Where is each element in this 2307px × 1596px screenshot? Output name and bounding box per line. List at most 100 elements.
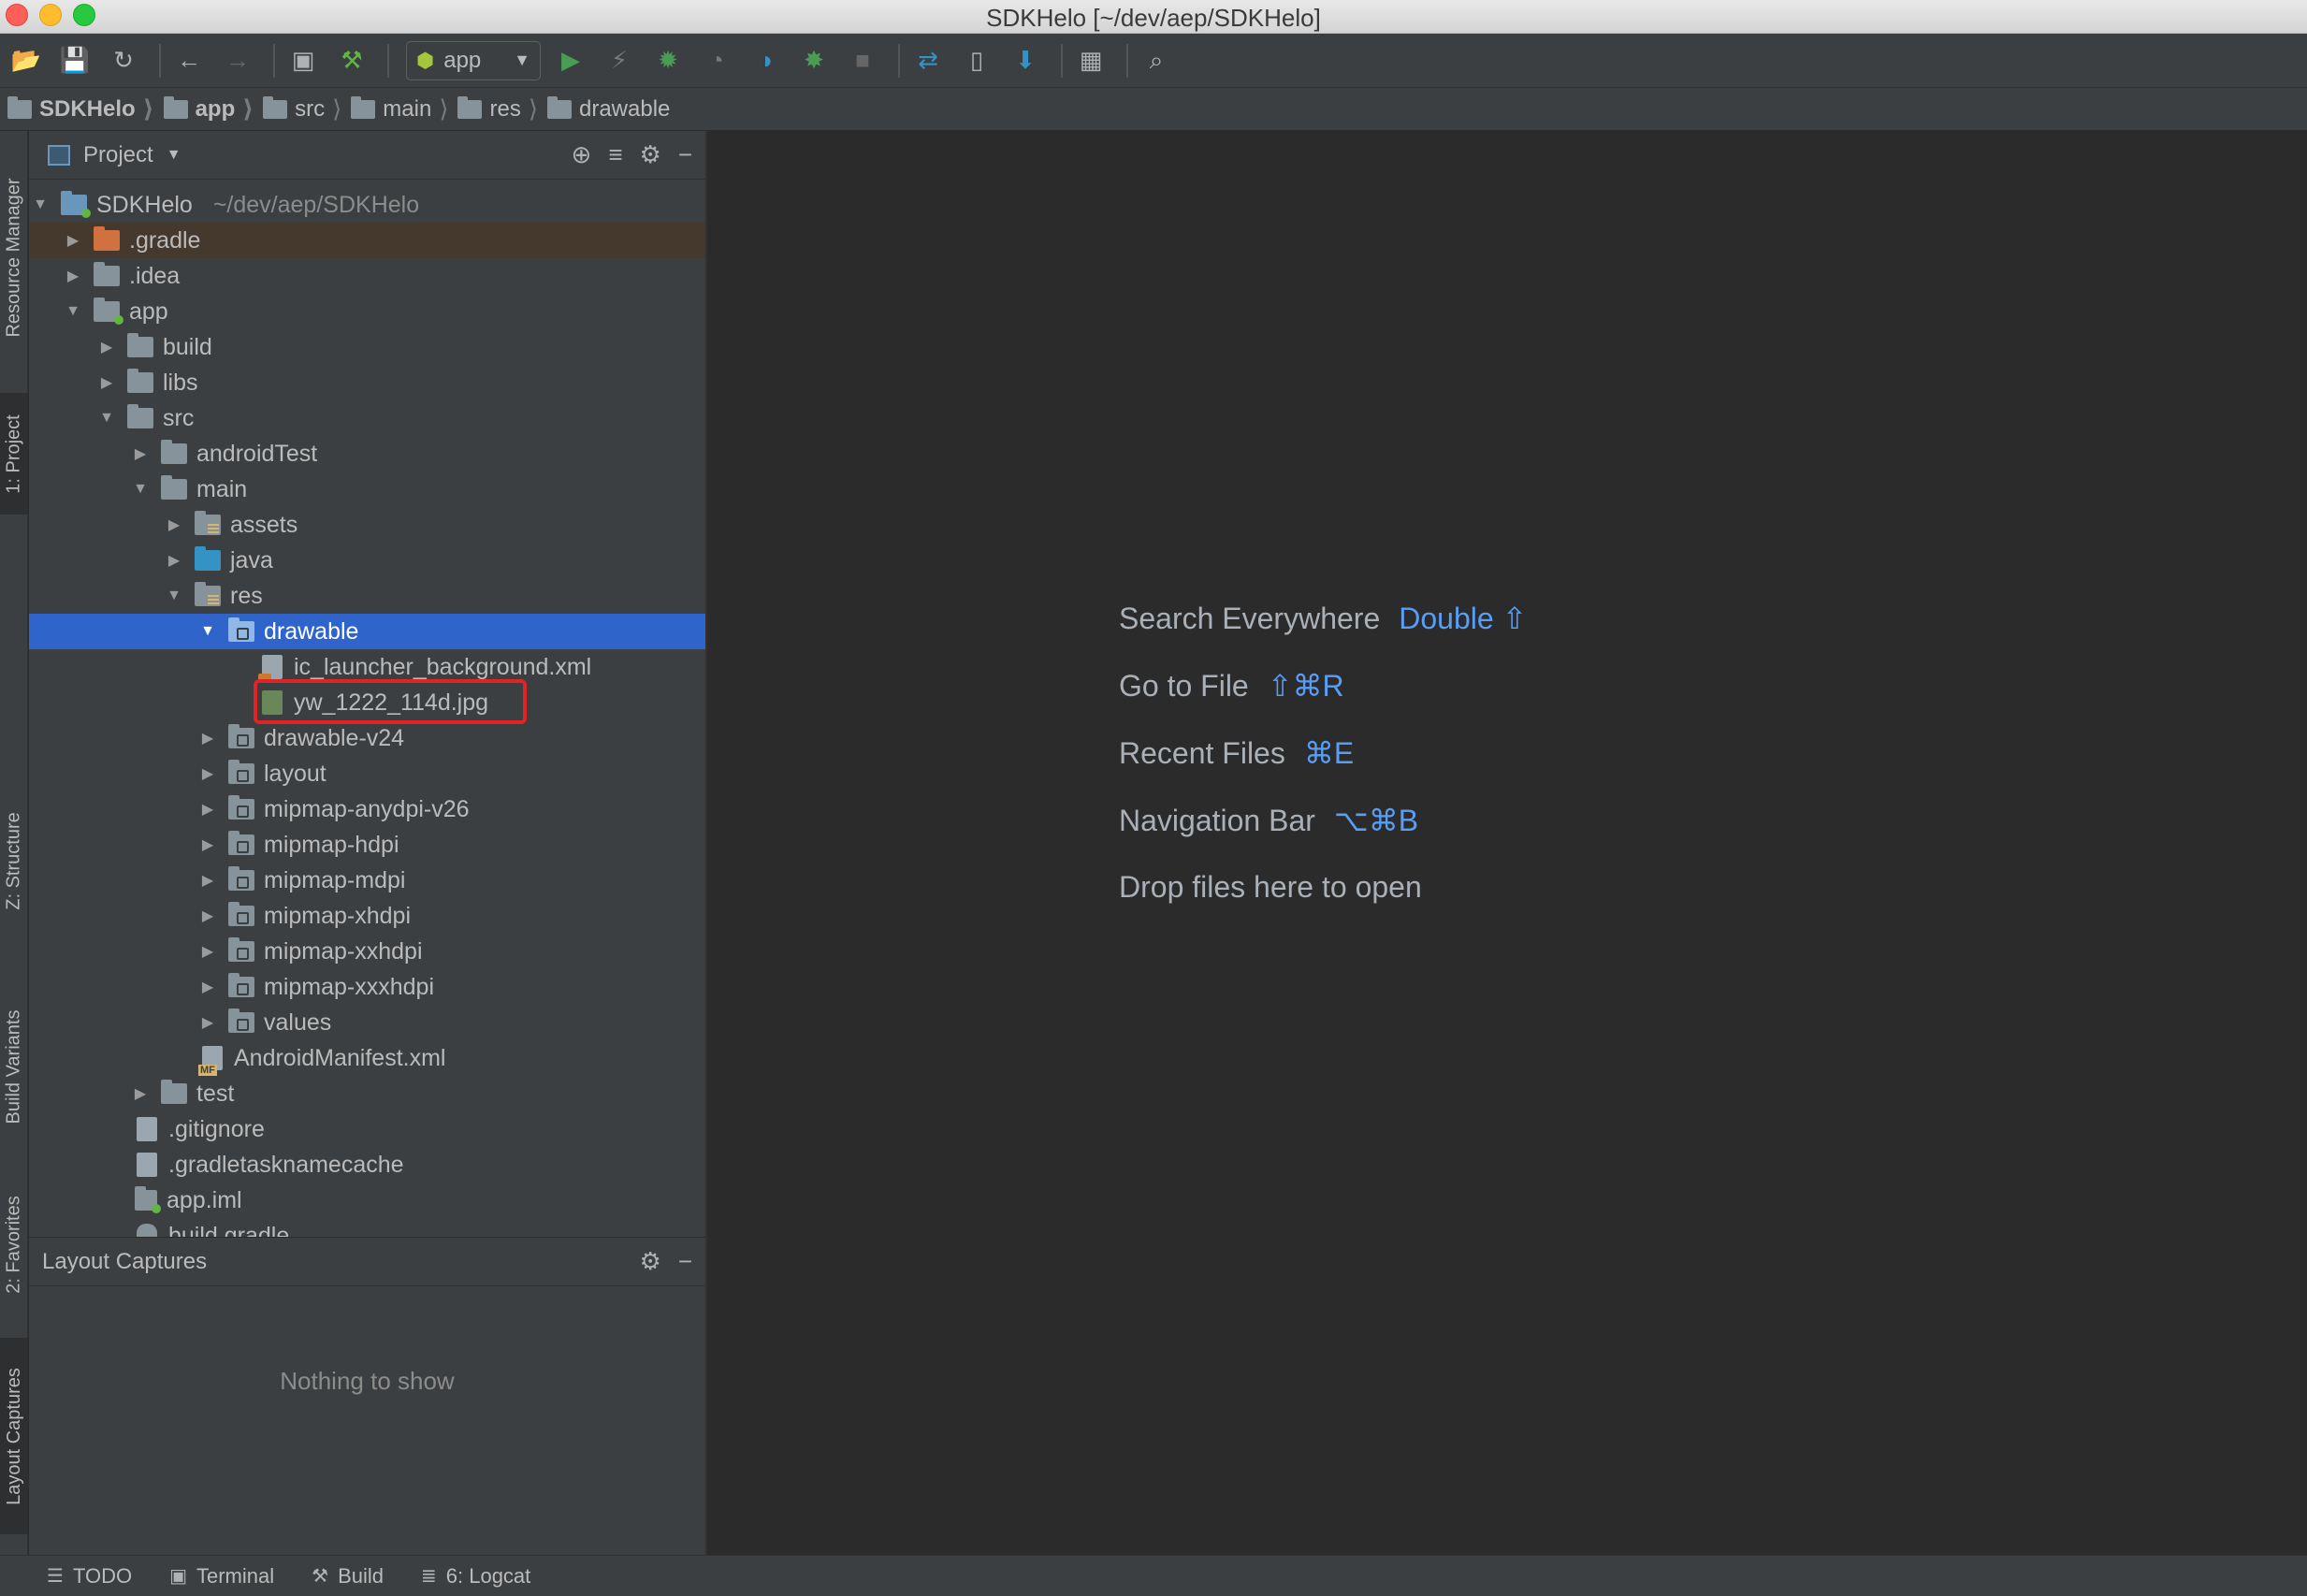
- expanded-arrow-icon[interactable]: ▼: [62, 303, 84, 320]
- tree-row[interactable]: AndroidManifest.xml: [29, 1040, 705, 1076]
- collapse-all-icon[interactable]: ≡: [608, 140, 622, 169]
- collapsed-arrow-icon[interactable]: ▶: [196, 729, 219, 747]
- project-view-select[interactable]: Project: [83, 142, 153, 168]
- tree-row[interactable]: ▼ main: [29, 472, 705, 507]
- run-icon[interactable]: ▶: [550, 40, 591, 81]
- tree-row[interactable]: build.gradle: [29, 1218, 705, 1237]
- sdk-manager-icon[interactable]: ⬇: [1005, 40, 1046, 81]
- collapsed-arrow-icon[interactable]: ▶: [163, 515, 185, 534]
- tree-row[interactable]: ▶ values: [29, 1005, 705, 1040]
- tab-structure[interactable]: Z: Structure: [0, 776, 28, 945]
- collapsed-arrow-icon[interactable]: ▶: [196, 942, 219, 961]
- tab-resource-manager[interactable]: Resource Manager: [0, 131, 28, 384]
- stop-icon[interactable]: ■: [842, 40, 883, 81]
- tree-row[interactable]: ▶ layout: [29, 756, 705, 791]
- sync-gradle-icon[interactable]: ⇄: [907, 40, 949, 81]
- collapsed-arrow-icon[interactable]: ▶: [62, 267, 84, 285]
- apply-changes-icon[interactable]: ⚡: [599, 40, 640, 81]
- breadcrumb-item[interactable]: drawable: [546, 95, 670, 123]
- sync-icon[interactable]: ↻: [103, 40, 144, 81]
- run-config-select[interactable]: ⬢ app ▼: [406, 40, 541, 80]
- tree-row[interactable]: ▼ src: [29, 400, 705, 436]
- expanded-arrow-icon[interactable]: ▼: [29, 196, 51, 213]
- tree-row[interactable]: ▶ build: [29, 329, 705, 365]
- expanded-arrow-icon[interactable]: ▼: [163, 588, 185, 604]
- collapsed-arrow-icon[interactable]: ▶: [196, 978, 219, 996]
- tree-row[interactable]: ▶ mipmap-xxxhdpi: [29, 969, 705, 1005]
- hide-icon[interactable]: −: [678, 140, 692, 169]
- collapsed-arrow-icon[interactable]: ▶: [95, 373, 118, 392]
- collapsed-arrow-icon[interactable]: ▶: [129, 444, 152, 463]
- locate-icon[interactable]: ⊕: [572, 140, 592, 169]
- open-folder-icon[interactable]: 📂: [6, 40, 47, 81]
- tree-row[interactable]: ▶ java: [29, 543, 705, 578]
- tree-row[interactable]: ▶ libs: [29, 365, 705, 400]
- debug-icon[interactable]: ✹: [647, 40, 689, 81]
- tree-row[interactable]: ▶ mipmap-xxhdpi: [29, 934, 705, 969]
- hint-recent-files[interactable]: Recent Files ⌘E: [1119, 735, 1354, 771]
- collapsed-arrow-icon[interactable]: ▶: [196, 907, 219, 925]
- tree-row[interactable]: ▶ drawable-v24: [29, 720, 705, 756]
- tree-row[interactable]: ▼ res: [29, 578, 705, 614]
- tree-row[interactable]: ▼ app: [29, 294, 705, 329]
- profile-icon[interactable]: ◔: [696, 40, 737, 81]
- tab-project[interactable]: 1: Project: [0, 393, 28, 515]
- tree-row[interactable]: ▶ .gradle: [29, 223, 705, 258]
- tab-favorites[interactable]: 2: Favorites: [0, 1169, 28, 1319]
- tab-terminal[interactable]: ▣ Terminal: [169, 1564, 274, 1589]
- collapsed-arrow-icon[interactable]: ▶: [196, 871, 219, 890]
- tree-row[interactable]: ▶ .idea: [29, 258, 705, 294]
- gear-icon[interactable]: ⚙: [640, 140, 661, 169]
- tree-row-root[interactable]: ▼ SDKHelo ~/dev/aep/SDKHelo: [29, 187, 705, 223]
- tree-row[interactable]: ▶ mipmap-xhdpi: [29, 898, 705, 934]
- collapsed-arrow-icon[interactable]: ▶: [196, 1013, 219, 1032]
- collapsed-arrow-icon[interactable]: ▶: [129, 1084, 152, 1103]
- tree-row[interactable]: .gradletasknamecache: [29, 1147, 705, 1182]
- profiler-icon[interactable]: ◑: [745, 40, 786, 81]
- expanded-arrow-icon[interactable]: ▼: [95, 410, 118, 427]
- tree-row[interactable]: ▶ mipmap-hdpi: [29, 827, 705, 863]
- hint-navigation-bar[interactable]: Navigation Bar ⌥⌘B: [1119, 803, 1418, 838]
- collapsed-arrow-icon[interactable]: ▶: [196, 764, 219, 783]
- tree-row[interactable]: ▶ mipmap-anydpi-v26: [29, 791, 705, 827]
- chevron-down-icon[interactable]: ▼: [167, 147, 181, 164]
- hint-go-to-file[interactable]: Go to File ⇧⌘R: [1119, 668, 1344, 704]
- tree-row[interactable]: ▶ mipmap-mdpi: [29, 863, 705, 898]
- hide-icon[interactable]: −: [678, 1247, 692, 1276]
- expanded-arrow-icon[interactable]: ▼: [129, 481, 152, 498]
- tree-row[interactable]: ▶ assets: [29, 507, 705, 543]
- expanded-arrow-icon[interactable]: ▼: [196, 623, 219, 640]
- editor-area[interactable]: Search Everywhere Double ⇧ Go to File ⇧⌘R …: [705, 131, 2307, 1555]
- breadcrumb-item[interactable]: app ⟩: [163, 94, 264, 123]
- tab-logcat[interactable]: ≣ 6: Logcat: [421, 1564, 530, 1589]
- tree-row[interactable]: ▶ test: [29, 1076, 705, 1111]
- tree-row[interactable]: app.iml: [29, 1182, 705, 1218]
- collapsed-arrow-icon[interactable]: ▶: [196, 835, 219, 854]
- forward-icon[interactable]: →: [217, 40, 258, 81]
- collapsed-arrow-icon[interactable]: ▶: [163, 551, 185, 570]
- search-icon[interactable]: ⌕: [1136, 40, 1177, 81]
- collapsed-arrow-icon[interactable]: ▶: [62, 231, 84, 250]
- tab-todo[interactable]: ☰ TODO: [47, 1564, 132, 1589]
- avd-manager-icon[interactable]: ▯: [956, 40, 997, 81]
- collapsed-arrow-icon[interactable]: ▶: [95, 338, 118, 356]
- back-icon[interactable]: ←: [168, 40, 210, 81]
- tab-layout-captures[interactable]: Layout Captures: [0, 1338, 28, 1534]
- tab-build[interactable]: ⚒ Build: [312, 1564, 384, 1589]
- gear-icon[interactable]: ⚙: [640, 1247, 661, 1276]
- breadcrumb-item[interactable]: src ⟩: [263, 94, 351, 123]
- tab-build-variants[interactable]: Build Variants: [0, 973, 28, 1160]
- collapsed-arrow-icon[interactable]: ▶: [196, 800, 219, 819]
- breadcrumb-item[interactable]: res ⟩: [457, 94, 547, 123]
- breadcrumb-item[interactable]: SDKHelo ⟩: [7, 94, 164, 123]
- tree-row[interactable]: ▶ androidTest: [29, 436, 705, 472]
- tree-row-selected[interactable]: ▼ drawable: [29, 614, 705, 649]
- tree-row[interactable]: .gitignore: [29, 1111, 705, 1147]
- breadcrumb-item[interactable]: main ⟩: [351, 94, 457, 123]
- window-icon[interactable]: ▣: [283, 40, 324, 81]
- hammer-icon[interactable]: ⚒: [331, 40, 372, 81]
- hint-search-everywhere[interactable]: Search Everywhere Double ⇧: [1119, 601, 1527, 636]
- attach-debugger-icon[interactable]: ✸: [793, 40, 834, 81]
- save-icon[interactable]: 💾: [54, 40, 95, 81]
- project-structure-icon[interactable]: ▦: [1070, 40, 1111, 81]
